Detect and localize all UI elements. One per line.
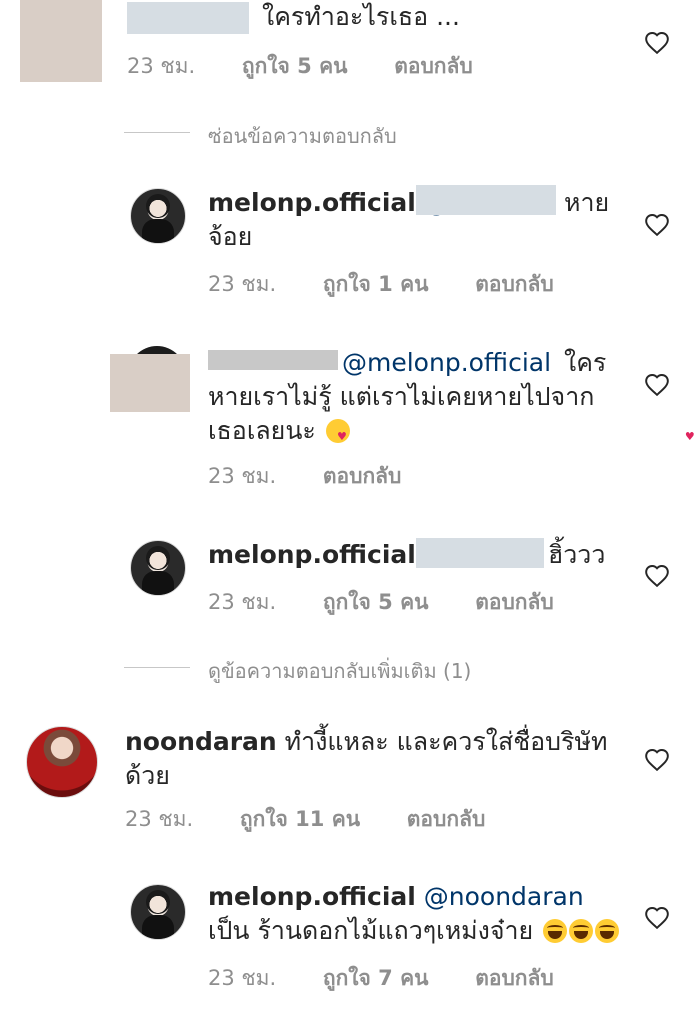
mention-redacted: [416, 538, 544, 568]
reply-button[interactable]: ตอบกลับ: [475, 966, 554, 990]
likes-count[interactable]: ถูกใจ 5 คน: [242, 54, 348, 78]
comment-time: 23 ชม.: [127, 54, 196, 78]
likes-count[interactable]: ถูกใจ 1 คน: [323, 272, 429, 296]
reply-text: melonp.official @noondaran เป็น ร้านดอกไ…: [208, 880, 623, 948]
username[interactable]: melonp.official: [208, 882, 416, 911]
avatar-melonp[interactable]: [130, 540, 186, 596]
reply-button[interactable]: ตอบกลับ: [475, 272, 554, 296]
reply-time: 23 ชม.: [208, 590, 277, 614]
mention[interactable]: @noondaran: [424, 882, 584, 911]
comment-text: ใครทำอะไรเธอ ...: [262, 0, 682, 34]
avatar-redacted[interactable]: [20, 0, 102, 82]
reply-meta: 23 ชม. ถูกใจ 5 คน ตอบกลับ: [208, 586, 594, 619]
avatar-melonp[interactable]: [130, 188, 186, 244]
reply-time: 23 ชม.: [208, 272, 277, 296]
avatar-noondaran[interactable]: [26, 726, 98, 798]
reply-meta: 23 ชม. ถูกใจ 7 คน ตอบกลับ: [208, 962, 594, 995]
avatar-redacted: [110, 354, 190, 412]
reply-time: 23 ชม.: [208, 966, 277, 990]
like-heart-icon[interactable]: [644, 747, 670, 771]
username-redacted[interactable]: [127, 2, 249, 34]
username[interactable]: melonp.official: [208, 540, 416, 569]
reply-body: หาย จ้อย: [208, 188, 610, 251]
reply-body: เป็น ร้านดอกไม้แถวๆเหม่งจ๋าย: [208, 916, 534, 945]
comment-text: noondaran ทำงี้แหละ และควรใส่ชื่อบริษัท …: [125, 725, 625, 793]
comment-body: ใครทำอะไรเธอ ...: [262, 2, 460, 31]
reply-time: 23 ชม.: [208, 464, 277, 488]
likes-count[interactable]: ถูกใจ 11 คน: [240, 807, 360, 831]
like-heart-icon[interactable]: [644, 372, 670, 396]
laughing-emoji-icon: [569, 919, 594, 943]
comment-time: 23 ชม.: [125, 807, 194, 831]
avatar-melonp[interactable]: [130, 884, 186, 940]
reply-meta: 23 ชม. ตอบกลับ: [208, 460, 441, 493]
hide-replies-button[interactable]: ซ่อนข้อความตอบกลับ: [208, 120, 397, 152]
comment-meta: 23 ชม. ถูกใจ 11 คน ตอบกลับ: [125, 803, 525, 836]
like-heart-icon[interactable]: [644, 30, 670, 54]
reply-button[interactable]: ตอบกลับ: [394, 54, 473, 78]
likes-count[interactable]: ถูกใจ 7 คน: [323, 966, 429, 990]
like-heart-icon[interactable]: [644, 212, 670, 236]
like-heart-icon[interactable]: [644, 563, 670, 587]
reply-meta: 23 ชม. ถูกใจ 1 คน ตอบกลับ: [208, 268, 594, 301]
thread-divider: [124, 132, 190, 133]
laughing-emoji-icon: [595, 919, 620, 943]
likes-count[interactable]: ถูกใจ 5 คน: [323, 590, 429, 614]
comment-meta: 23 ชม. ถูกใจ 5 คน ตอบกลับ: [127, 50, 513, 83]
reply-body: ฮิ้ววว: [548, 540, 606, 569]
reply-button[interactable]: ตอบกลับ: [475, 590, 554, 614]
laughing-emoji-icon: [543, 919, 568, 943]
thread-divider: [124, 667, 190, 668]
heart-eyes-emoji-icon: [0, 419, 695, 454]
reply-body: ใคร หายเราไม่รู้ แต่เราไม่เคยหายไปจาก เธ…: [0, 346, 695, 454]
reply-button[interactable]: ตอบกลับ: [407, 807, 486, 831]
view-more-replies-button[interactable]: ดูข้อความตอบกลับเพิ่มเติม (1): [208, 655, 471, 687]
username[interactable]: noondaran: [125, 727, 277, 756]
reply-button[interactable]: ตอบกลับ: [323, 464, 402, 488]
like-heart-icon[interactable]: [644, 905, 670, 929]
